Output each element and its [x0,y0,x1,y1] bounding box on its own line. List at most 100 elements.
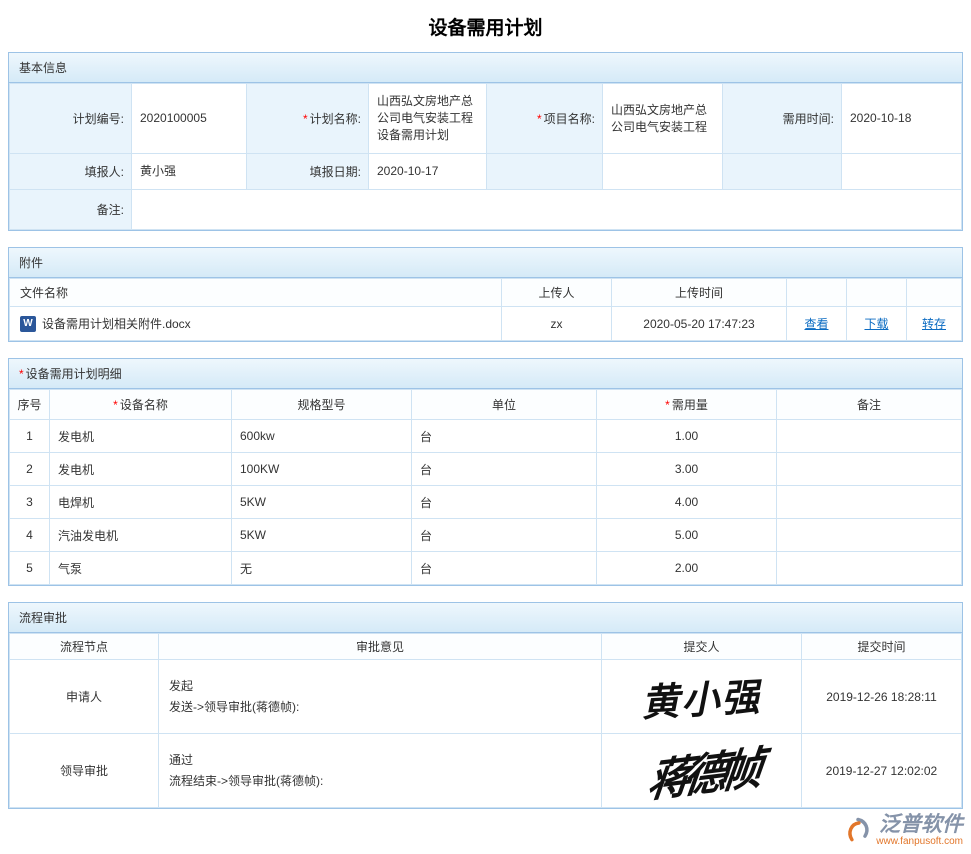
empty-value-cell [603,154,723,190]
row-index: 5 [10,552,50,585]
row-index: 4 [10,519,50,552]
reporter-label: 填报人: [10,154,132,190]
plan-name-label-text: 计划名称: [310,112,361,126]
equipment-name: 发电机 [50,453,232,486]
plan-name-label: *计划名称: [247,84,369,154]
plan-no-value: 2020100005 [132,84,247,154]
attachment-upload-time: 2020-05-20 17:47:23 [612,307,787,341]
approval-opinion-line2: 发送->领导审批(蒋德帧): [169,697,591,718]
approval-opinion-line1: 通过 [169,750,591,771]
equipment-remark [777,519,962,552]
details-header-name-text: 设备名称 [120,398,168,412]
details-header-remark: 备注 [777,390,962,420]
project-name-value: 山西弘文房地产总公司电气安装工程 [603,84,723,154]
reporter-label-text: 填报人: [85,165,124,179]
view-link[interactable]: 查看 [804,317,828,331]
table-row: 2 发电机 100KW 台 3.00 [10,453,962,486]
brand-logo: 泛普软件 www.fanpusoft.com [844,814,963,848]
project-name-label: *项目名称: [487,84,603,154]
details-header-qty-text: 需用量 [672,398,708,412]
attachments-header-empty [907,279,962,307]
attachments-table: 文件名称 上传人 上传时间 W 设备需用计划相关附件.docx zx 2020-… [9,278,962,341]
equipment-remark [777,552,962,585]
equipment-name: 气泵 [50,552,232,585]
approval-header-node: 流程节点 [10,634,159,660]
remark-value [132,190,962,230]
remark-label: 备注: [10,190,132,230]
attachments-header-empty [787,279,847,307]
details-header-spec: 规格型号 [232,390,412,420]
row-index: 2 [10,453,50,486]
empty-value-cell [842,154,962,190]
equipment-remark [777,420,962,453]
signature-applicant: 黄小强 [640,666,763,727]
equipment-spec: 无 [232,552,412,585]
report-date-value: 2020-10-17 [369,154,487,190]
attachments-header-uploader: 上传人 [502,279,612,307]
approval-submit-time: 2019-12-26 18:28:11 [802,660,962,734]
equipment-spec: 5KW [232,519,412,552]
brand-website: www.fanpusoft.com [876,836,963,848]
download-link[interactable]: 下载 [864,317,888,331]
signature-leader: 蒋德帧 [644,731,759,810]
required-marker: * [303,112,308,126]
basic-info-table: 计划编号: 2020100005 *计划名称: 山西弘文房地产总公司电气安装工程… [9,83,962,230]
approval-section-header: 流程审批 [9,603,962,633]
equipment-unit: 台 [412,453,597,486]
equipment-name: 电焊机 [50,486,232,519]
plan-name-value: 山西弘文房地产总公司电气安装工程设备需用计划 [369,84,487,154]
equipment-spec: 100KW [232,453,412,486]
equipment-remark [777,486,962,519]
brand-name: 泛普软件 [879,814,963,836]
plan-no-label: 计划编号: [10,84,132,154]
attachment-uploader: zx [502,307,612,341]
remark-label-text: 备注: [97,203,124,217]
row-index: 3 [10,486,50,519]
details-table: 序号 *设备名称 规格型号 单位 *需用量 备注 1 发电机 600kw 台 1… [9,389,962,585]
attachments-section-header: 附件 [9,248,962,278]
details-section-title: 设备需用计划明细 [26,367,122,381]
approval-submit-time: 2019-12-27 12:02:02 [802,734,962,808]
equipment-remark [777,453,962,486]
approval-header-submitter: 提交人 [602,634,802,660]
attachments-header-file-name: 文件名称 [10,279,502,307]
required-marker: * [113,398,118,412]
row-index: 1 [10,420,50,453]
equipment-unit: 台 [412,486,597,519]
table-row: 3 电焊机 5KW 台 4.00 [10,486,962,519]
attachments-header-empty [847,279,907,307]
need-time-label-text: 需用时间: [783,112,834,126]
basic-info-section: 基本信息 计划编号: 2020100005 *计划名称: 山西弘文房地产总公司电… [8,52,963,231]
attachment-row: W 设备需用计划相关附件.docx zx 2020-05-20 17:47:23… [10,307,962,341]
approval-row: 申请人 发起 发送->领导审批(蒋德帧): 黄小强 2019-12-26 18:… [10,660,962,734]
empty-label-cell [487,154,603,190]
need-time-label: 需用时间: [723,84,842,154]
equipment-qty: 4.00 [597,486,777,519]
equipment-spec: 600kw [232,420,412,453]
table-row: 1 发电机 600kw 台 1.00 [10,420,962,453]
approval-node: 领导审批 [10,734,159,808]
required-marker: * [19,367,24,381]
attachments-header-upload-time: 上传时间 [612,279,787,307]
approval-opinion-line1: 发起 [169,676,591,697]
approval-table: 流程节点 审批意见 提交人 提交时间 申请人 发起 发送->领导审批(蒋德帧):… [9,633,962,808]
approval-section: 流程审批 流程节点 审批意见 提交人 提交时间 申请人 发起 发送->领导审批(… [8,602,963,809]
save-as-link[interactable]: 转存 [922,317,946,331]
approval-opinion-line2: 流程结束->领导审批(蒋德帧): [169,771,591,792]
empty-label-cell [723,154,842,190]
need-time-value: 2020-10-18 [842,84,962,154]
basic-info-section-header: 基本信息 [9,53,962,83]
equipment-name: 发电机 [50,420,232,453]
approval-node: 申请人 [10,660,159,734]
details-section-header: *设备需用计划明细 [9,359,962,389]
equipment-qty: 3.00 [597,453,777,486]
equipment-qty: 2.00 [597,552,777,585]
approval-row: 领导审批 通过 流程结束->领导审批(蒋德帧): 蒋德帧 2019-12-27 … [10,734,962,808]
approval-header-time: 提交时间 [802,634,962,660]
required-marker: * [537,112,542,126]
attachment-file-name: 设备需用计划相关附件.docx [42,315,191,332]
project-name-label-text: 项目名称: [544,112,595,126]
equipment-qty: 1.00 [597,420,777,453]
equipment-unit: 台 [412,420,597,453]
details-header-name: *设备名称 [50,390,232,420]
